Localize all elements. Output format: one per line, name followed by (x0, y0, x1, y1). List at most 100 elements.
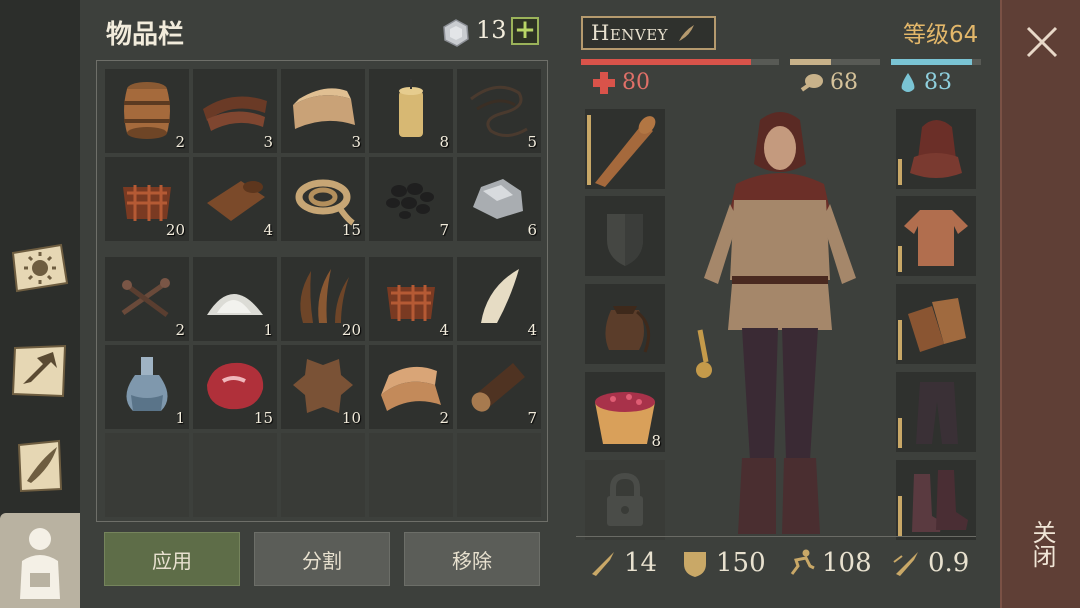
inventory-slot[interactable]: 7 (369, 157, 453, 241)
legs-slot[interactable] (896, 372, 976, 452)
attack-value: 14 (624, 548, 658, 578)
inventory-slot[interactable]: 2 (105, 69, 189, 153)
tunic-icon (904, 210, 968, 266)
remove-button[interactable]: 移除 (404, 532, 540, 586)
inventory-slot[interactable]: 20 (105, 157, 189, 241)
gloves-icon (908, 298, 966, 352)
lock-icon (607, 472, 643, 526)
inventory-slot[interactable]: 2 (105, 257, 189, 341)
hood-icon (910, 120, 962, 178)
close-icon[interactable] (1022, 22, 1062, 62)
durability-bar (898, 159, 902, 185)
chest-slot[interactable] (896, 196, 976, 276)
inventory-slot[interactable]: 5 (457, 69, 541, 153)
character-backpack-icon (20, 527, 60, 599)
feet-slot[interactable] (896, 460, 976, 540)
inventory-slot[interactable]: 1 (193, 257, 277, 341)
inventory-slot[interactable]: 3 (281, 69, 365, 153)
item-count: 3 (263, 133, 273, 151)
close-panel[interactable]: 关闭 (1000, 0, 1080, 608)
pouch-icon (605, 306, 651, 353)
tab-journal[interactable] (4, 430, 74, 500)
inventory-slot[interactable]: 3 (193, 69, 277, 153)
durability-bar (898, 496, 902, 536)
inventory-slot-empty[interactable] (193, 433, 277, 517)
inventory-slot[interactable]: 1 (105, 345, 189, 429)
durability-bar (898, 418, 902, 448)
speed-stat: 108 (786, 548, 872, 578)
shield-slot[interactable] (585, 196, 665, 276)
item-count: 20 (341, 321, 361, 339)
apply-button[interactable]: 应用 (104, 532, 240, 586)
inventory-slot[interactable]: 15 (281, 157, 365, 241)
inventory-grid: 2 3 3 8 5 20 4 15 7 6 2 1 20 4 4 1 15 10… (96, 60, 548, 522)
water-stat: 83 (898, 70, 952, 95)
coin-count: 13 (476, 16, 507, 44)
water-bar (891, 59, 981, 65)
food-slot[interactable]: 8 (585, 372, 665, 452)
item-count: 15 (341, 221, 361, 239)
inventory-slot[interactable]: 4 (369, 257, 453, 341)
inventory-slot[interactable]: 4 (457, 257, 541, 341)
health-bar-fill (581, 59, 752, 65)
coin-icon (443, 19, 469, 47)
item-count: 15 (253, 409, 273, 427)
character-model (680, 100, 880, 550)
inventory-slot[interactable]: 20 (281, 257, 365, 341)
item-count: 1 (263, 321, 273, 339)
inventory-slot-empty[interactable] (105, 433, 189, 517)
locked-slot[interactable] (585, 460, 665, 540)
durability-bar (898, 246, 902, 272)
hammer-map-icon (11, 344, 67, 398)
quill-scroll-icon (17, 439, 63, 493)
inventory-slot[interactable]: 6 (457, 157, 541, 241)
item-count: 2 (175, 321, 185, 339)
tab-skills[interactable] (4, 232, 74, 302)
item-count: 8 (439, 133, 449, 151)
inventory-slot-empty[interactable] (369, 433, 453, 517)
speed-value: 108 (822, 548, 872, 578)
inventory-slot-empty[interactable] (457, 433, 541, 517)
item-count: 4 (527, 321, 537, 339)
dagger-icon (592, 552, 614, 576)
durability-bar (587, 115, 591, 185)
inventory-slot[interactable]: 4 (193, 157, 277, 241)
attack-speed-stat: 0.9 (892, 548, 969, 578)
inventory-slot[interactable]: 7 (457, 345, 541, 429)
head-slot[interactable] (896, 109, 976, 189)
item-count: 5 (527, 133, 537, 151)
tab-inventory[interactable] (0, 513, 80, 608)
item-count: 10 (341, 409, 361, 427)
inventory-slot[interactable]: 2 (369, 345, 453, 429)
inventory-slot[interactable]: 8 (369, 69, 453, 153)
trousers-icon (916, 382, 958, 444)
character-name-box[interactable]: Henvey (581, 16, 716, 50)
boots-icon (912, 470, 968, 532)
close-label[interactable]: 关闭 (1024, 520, 1060, 568)
club-icon (595, 116, 656, 187)
buy-coins-button[interactable]: + (511, 17, 539, 45)
swift-dagger-icon (893, 552, 918, 576)
inventory-title: 物品栏 (106, 20, 185, 50)
meat-leg-icon (800, 73, 823, 92)
inventory-slot[interactable]: 15 (193, 345, 277, 429)
item-count: 20 (165, 221, 185, 239)
split-button[interactable]: 分割 (254, 532, 390, 586)
bag-slot[interactable] (585, 284, 665, 364)
running-icon (790, 549, 815, 575)
item-count: 2 (175, 133, 185, 151)
inventory-slot-empty[interactable] (281, 433, 365, 517)
stats-divider (576, 536, 976, 537)
weapon-slot[interactable] (585, 109, 665, 189)
shield-icon (607, 214, 643, 266)
water-bar-fill (891, 59, 972, 65)
inventory-slot[interactable]: 10 (281, 345, 365, 429)
tab-crafting[interactable] (4, 335, 74, 405)
durability-bar (898, 320, 902, 360)
item-count: 7 (439, 221, 449, 239)
item-count: 4 (439, 321, 449, 339)
item-count: 6 (527, 221, 537, 239)
item-count: 7 (527, 409, 537, 427)
hands-slot[interactable] (896, 284, 976, 364)
item-count: 3 (351, 133, 361, 151)
